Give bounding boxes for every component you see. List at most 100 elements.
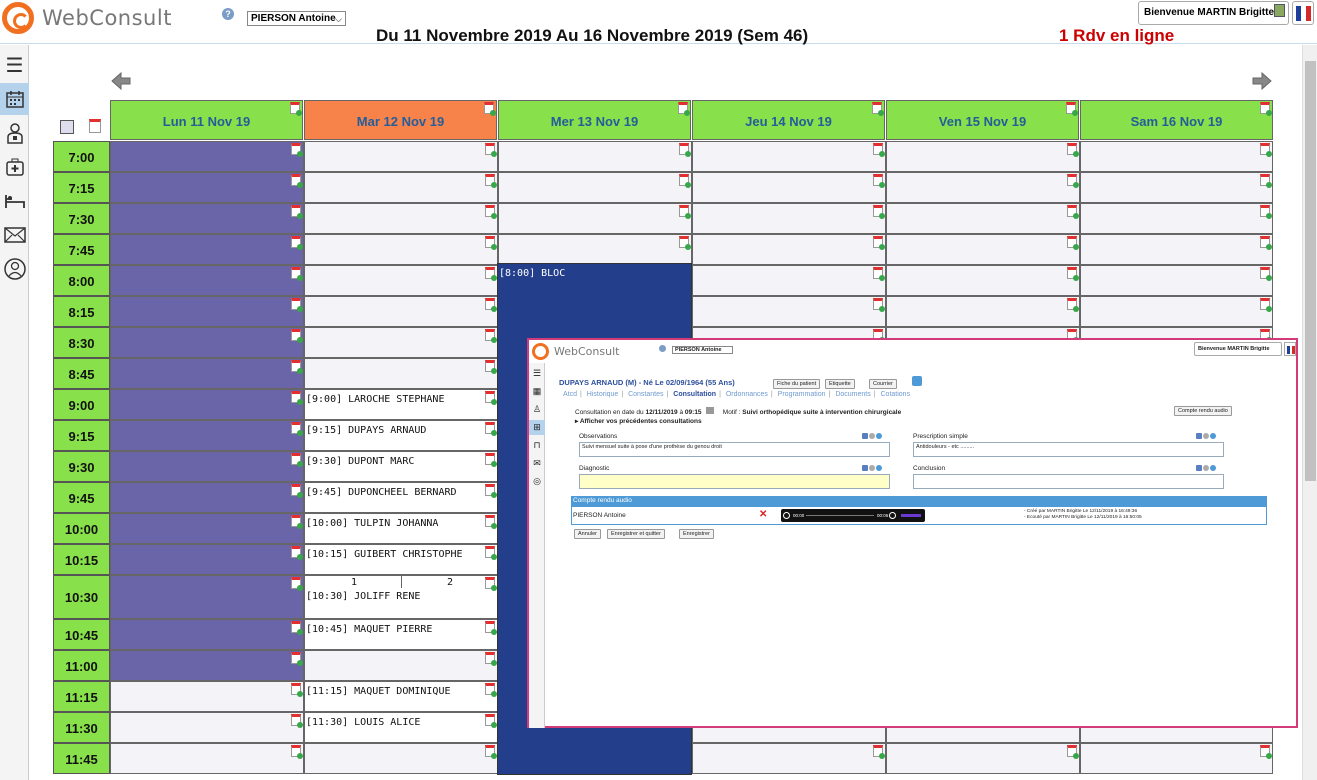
bed-icon[interactable]: ⊓ <box>529 438 545 453</box>
time-slot[interactable]: [9:00] LAROCHE STEPHANE <box>304 389 498 420</box>
tab-historique[interactable]: Historique <box>587 391 619 398</box>
user-icon[interactable]: ◎ <box>529 474 545 489</box>
add-appointment-icon[interactable] <box>872 102 884 116</box>
add-appointment-icon[interactable] <box>679 143 691 157</box>
add-appointment-icon[interactable] <box>1260 236 1272 250</box>
time-slot[interactable] <box>304 650 498 681</box>
time-slot[interactable] <box>110 650 304 681</box>
add-appointment-icon[interactable] <box>873 205 885 219</box>
time-slot[interactable] <box>110 389 304 420</box>
time-slot[interactable] <box>110 482 304 513</box>
time-slot[interactable] <box>110 743 304 774</box>
time-slot[interactable]: [10:00] TULPIN JOHANNA <box>304 513 498 544</box>
add-appointment-icon[interactable] <box>485 714 497 728</box>
add-appointment-icon[interactable] <box>291 143 303 157</box>
time-slot[interactable]: [10:45] MAQUET PIERRE <box>304 619 498 650</box>
time-slot[interactable] <box>1080 172 1273 203</box>
time-slot[interactable] <box>886 172 1080 203</box>
vertical-scrollbar[interactable] <box>1302 45 1317 780</box>
add-appointment-icon[interactable] <box>873 267 885 281</box>
time-slot[interactable] <box>1080 265 1273 296</box>
time-slot[interactable] <box>110 327 304 358</box>
add-appointment-icon[interactable] <box>873 143 885 157</box>
time-slot[interactable] <box>110 619 304 650</box>
prescription-tools[interactable] <box>1196 433 1222 440</box>
time-slot[interactable] <box>886 296 1080 327</box>
add-appointment-icon[interactable] <box>1067 745 1079 759</box>
prescription-field[interactable]: Antidouleurs - etc ......... <box>913 442 1224 457</box>
time-slot[interactable] <box>498 141 692 172</box>
time-slot[interactable] <box>110 265 304 296</box>
time-slot[interactable] <box>110 358 304 389</box>
day-header-fri[interactable]: Ven 15 Nov 19 <box>886 100 1079 140</box>
time-slot[interactable] <box>498 234 692 265</box>
patient-file-button[interactable]: Fiche du patient <box>773 379 821 389</box>
time-slot[interactable] <box>304 358 498 389</box>
help-icon[interactable] <box>659 345 666 352</box>
add-appointment-icon[interactable] <box>485 515 497 529</box>
help-icon[interactable]: ? <box>222 8 234 20</box>
diagnostic-tools[interactable] <box>862 465 888 472</box>
doctor-icon[interactable]: ♙ <box>529 402 545 417</box>
previous-consultations-link[interactable]: ▸ Afficher vos précédentes consultations <box>575 417 702 425</box>
add-appointment-icon[interactable] <box>291 236 303 250</box>
observations-field[interactable]: Suivi mensuel suite à pose d'une prothès… <box>579 442 890 457</box>
add-appointment-icon[interactable] <box>485 652 497 666</box>
time-slot[interactable] <box>110 451 304 482</box>
add-appointment-icon[interactable] <box>873 298 885 312</box>
time-slot[interactable]: [9:15] DUPAYS ARNAUD <box>304 420 498 451</box>
add-appointment-icon[interactable] <box>485 422 497 436</box>
tab-ordonnances[interactable]: Ordonnances <box>726 391 768 398</box>
letter-button[interactable]: Courrier <box>869 379 897 389</box>
add-appointment-icon[interactable] <box>1260 174 1272 188</box>
time-slot[interactable]: [10:15] GUIBERT CHRISTOPHE <box>304 544 498 575</box>
tab-atcd[interactable]: Atcd <box>563 391 577 398</box>
add-appointment-icon[interactable] <box>1260 143 1272 157</box>
time-slot[interactable] <box>692 743 886 774</box>
user-icon[interactable] <box>0 253 29 285</box>
scrollbar-thumb[interactable] <box>1305 61 1316 481</box>
add-appointment-icon[interactable] <box>291 360 303 374</box>
add-appointment-icon[interactable] <box>485 205 497 219</box>
time-slot[interactable] <box>886 203 1080 234</box>
add-appointment-icon[interactable] <box>291 205 303 219</box>
time-slot[interactable] <box>886 141 1080 172</box>
add-appointment-icon[interactable] <box>485 453 497 467</box>
add-appointment-icon[interactable] <box>679 236 691 250</box>
day-header-mon[interactable]: Lun 11 Nov 19 <box>110 100 303 140</box>
add-appointment-icon[interactable] <box>484 102 496 116</box>
time-slot[interactable] <box>304 327 498 358</box>
day-header-tue[interactable]: Mar 12 Nov 19 <box>304 100 497 140</box>
time-slot[interactable] <box>1080 296 1273 327</box>
time-slot[interactable] <box>110 296 304 327</box>
menu-icon[interactable]: ☰ <box>529 366 545 381</box>
time-slot[interactable] <box>498 203 692 234</box>
label-button[interactable]: Etiquette <box>825 379 855 389</box>
add-appointment-icon[interactable] <box>485 577 497 591</box>
mail-icon[interactable]: ✉ <box>529 456 545 471</box>
mail-icon[interactable] <box>0 219 29 251</box>
practitioner-select[interactable]: PIERSON Antoine ⌵ <box>247 11 346 26</box>
logout-icon[interactable] <box>1274 4 1285 17</box>
time-slot[interactable] <box>886 234 1080 265</box>
time-slot[interactable] <box>110 575 304 619</box>
add-appointment-icon[interactable] <box>485 621 497 635</box>
prev-week-arrow-icon[interactable] <box>110 70 132 92</box>
add-appointment-icon[interactable] <box>485 267 497 281</box>
conclusion-field[interactable] <box>913 474 1224 489</box>
time-slot[interactable] <box>1080 234 1273 265</box>
calendar-icon[interactable]: ▦ <box>529 384 545 399</box>
time-slot[interactable] <box>110 141 304 172</box>
time-slot[interactable] <box>110 420 304 451</box>
time-slot[interactable] <box>1080 743 1273 774</box>
time-slot[interactable]: 1 2 [10:30] JOLIFF RENE <box>304 575 498 619</box>
tab-constantes[interactable]: Constantes <box>628 391 663 398</box>
add-appointment-icon[interactable] <box>1067 267 1079 281</box>
day-header-wed[interactable]: Mer 13 Nov 19 <box>498 100 691 140</box>
add-appointment-icon[interactable] <box>679 174 691 188</box>
add-appointment-icon[interactable] <box>290 102 302 116</box>
time-slot[interactable] <box>304 141 498 172</box>
popup-practitioner-select[interactable]: PIERSON Antoine <box>672 346 733 354</box>
add-appointment-icon[interactable] <box>485 298 497 312</box>
tab-programmation[interactable]: Programmation <box>778 391 826 398</box>
